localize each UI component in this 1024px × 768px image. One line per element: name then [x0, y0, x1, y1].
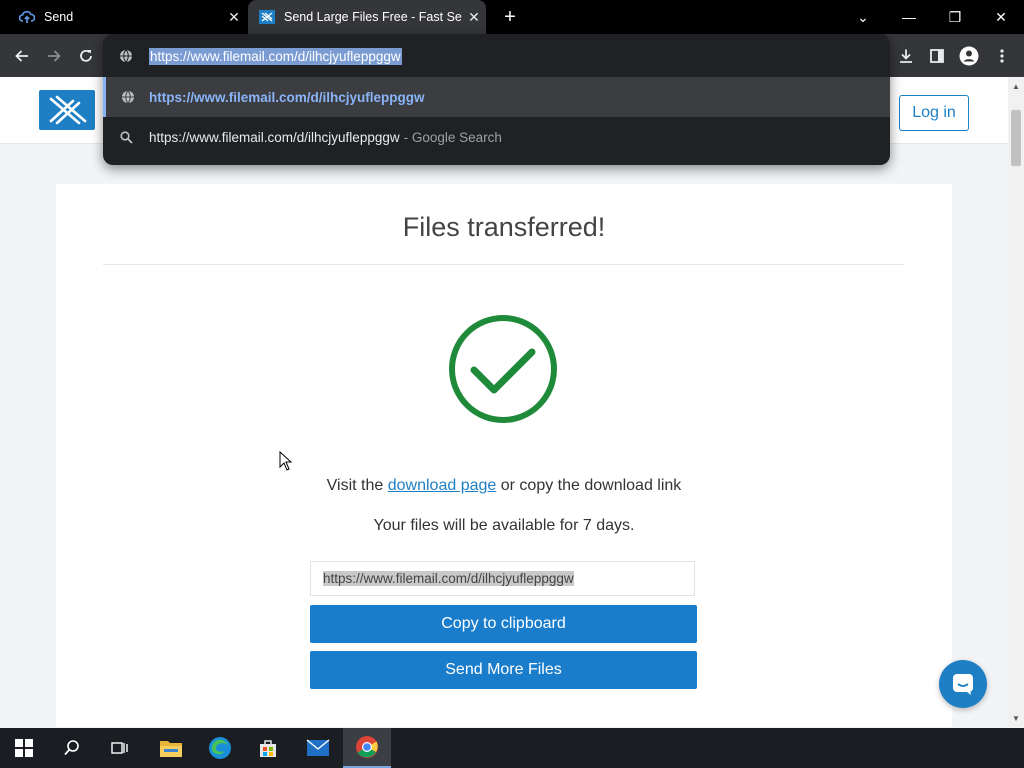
scrollbar-thumb[interactable]	[1011, 110, 1021, 166]
availability-text: Your files will be available for 7 days.	[373, 517, 635, 534]
tab-title: Send Large Files Free - Fast Secure	[284, 10, 462, 24]
search-icon	[103, 130, 149, 144]
mail-icon[interactable]	[294, 728, 342, 768]
omnibox-suggestion-url[interactable]: https://www.filemail.com/d/ilhcjyufleppg…	[103, 77, 890, 117]
chrome-icon[interactable]	[343, 728, 391, 768]
address-bar[interactable]: https://www.filemail.com/d/ilhcjyufleppg…	[103, 36, 890, 76]
tab-close-icon[interactable]: ✕	[222, 9, 246, 26]
restore-button[interactable]: ❐	[932, 0, 978, 34]
windows-start-icon[interactable]	[0, 728, 48, 768]
omnibox-dropdown: https://www.filemail.com/d/ilhcjyufleppg…	[103, 34, 890, 165]
omnibox-suggestion-search[interactable]: https://www.filemail.com/d/ilhcjyufleppg…	[103, 117, 890, 157]
browser-tab-bar: Send ✕ Send Large Files Free - Fast Secu…	[0, 0, 1024, 34]
side-panel-icon[interactable]	[923, 42, 951, 70]
tab-title: Send	[44, 10, 74, 24]
tab-close-icon[interactable]: ✕	[462, 9, 486, 26]
instruction-suffix: or copy the download link	[500, 477, 682, 494]
address-text[interactable]: https://www.filemail.com/d/ilhcjyufleppg…	[149, 47, 402, 65]
transfer-complete-card: Files transferred! Visit the download pa…	[56, 184, 952, 727]
kebab-menu-icon[interactable]	[988, 42, 1016, 70]
download-instructions: Visit the download page or copy the down…	[56, 477, 952, 495]
microsoft-store-icon[interactable]	[244, 728, 292, 768]
copy-to-clipboard-button[interactable]: Copy to clipboard	[310, 605, 697, 643]
download-link-text[interactable]: https://www.filemail.com/d/ilhcjyufleppg…	[323, 571, 574, 586]
download-icon[interactable]	[892, 42, 920, 70]
login-button[interactable]: Log in	[899, 95, 969, 131]
send-more-files-button[interactable]: Send More Files	[310, 651, 697, 689]
download-page-link[interactable]: download page	[388, 477, 497, 494]
instruction-prefix: Visit the	[326, 477, 384, 494]
back-arrow-icon[interactable]	[8, 42, 36, 70]
mouse-cursor-icon	[279, 450, 293, 476]
divider	[103, 264, 904, 265]
page-title: Files transferred!	[402, 212, 606, 242]
web-page: Log in Files transferred! Visit the down…	[0, 77, 1008, 727]
file-explorer-icon[interactable]	[147, 728, 195, 768]
filemail-logo-icon[interactable]	[39, 90, 95, 130]
profile-avatar-icon[interactable]	[955, 42, 983, 70]
cloud-upload-icon	[18, 8, 36, 26]
suggestion-text: https://www.filemail.com/d/ilhcjyufleppg…	[149, 129, 400, 145]
globe-icon	[103, 49, 149, 63]
scroll-down-arrow-icon[interactable]: ▼	[1008, 711, 1024, 725]
filemail-favicon-icon	[258, 8, 276, 26]
suggestion-subtext: - Google Search	[403, 129, 502, 145]
new-tab-button[interactable]: +	[498, 5, 522, 29]
forward-arrow-icon[interactable]	[40, 42, 68, 70]
tab-send[interactable]: Send ✕	[8, 0, 246, 34]
task-view-icon[interactable]	[96, 728, 144, 768]
chat-bubble-icon[interactable]	[939, 660, 987, 708]
edge-browser-icon[interactable]	[196, 728, 244, 768]
globe-icon	[106, 90, 149, 104]
scroll-up-arrow-icon[interactable]: ▲	[1008, 79, 1024, 93]
download-link-field[interactable]: https://www.filemail.com/d/ilhcjyufleppg…	[310, 561, 695, 596]
close-window-button[interactable]: ✕	[978, 0, 1024, 34]
search-icon[interactable]	[48, 728, 96, 768]
tab-filemail[interactable]: Send Large Files Free - Fast Secure ✕	[248, 0, 486, 34]
windows-taskbar	[0, 728, 1024, 768]
page-scrollbar[interactable]: ▲ ▼	[1008, 77, 1024, 727]
success-checkmark-icon	[448, 314, 558, 424]
minimize-button[interactable]: —	[886, 0, 932, 34]
suggestion-text: https://www.filemail.com/d/ilhcjyufleppg…	[149, 89, 425, 105]
reload-icon[interactable]	[72, 42, 100, 70]
tab-search-icon[interactable]: ⌄	[840, 0, 886, 34]
